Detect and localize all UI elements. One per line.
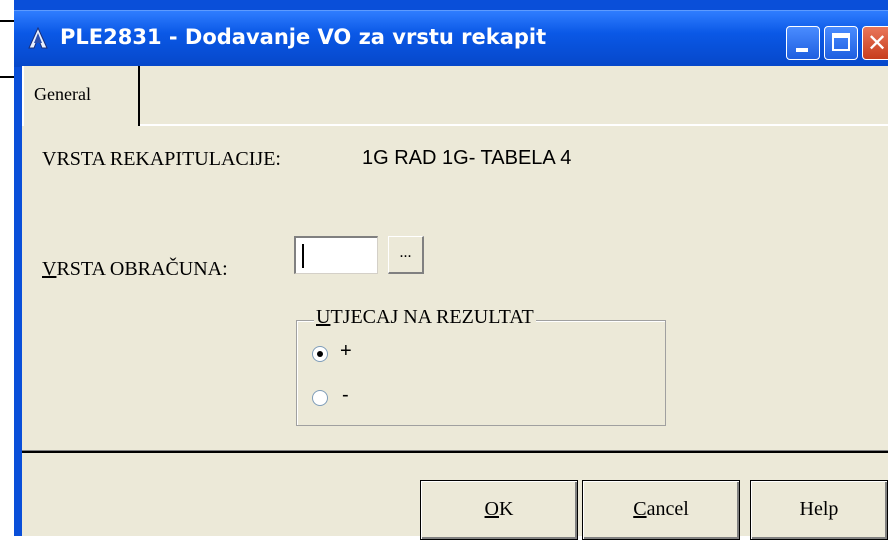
calc-type-label: VRSTA OBRAČUNA: xyxy=(42,258,228,280)
tab-label: General xyxy=(34,84,91,104)
radio-plus-label: + xyxy=(340,340,352,362)
recap-type-value: 1G RAD 1G- TABELA 4 xyxy=(362,147,572,169)
dialog-client-area: General VRSTA REKAPITULACIJE: 1G RAD 1G-… xyxy=(22,66,888,540)
close-icon: ✕ xyxy=(867,29,888,57)
cancel-button[interactable]: Cancel xyxy=(582,480,740,540)
radio-plus[interactable] xyxy=(312,346,328,362)
result-impact-group xyxy=(296,320,666,426)
title-bar[interactable]: PLE2831 - Dodavanje VO za vrstu rekapit … xyxy=(14,10,888,67)
recap-type-label: VRSTA REKAPITULACIJE: xyxy=(42,148,281,170)
background-divider xyxy=(0,20,14,22)
calc-type-input[interactable] xyxy=(294,236,378,274)
button-area-separator-shadow xyxy=(22,451,888,453)
tab-general[interactable]: General xyxy=(22,66,140,126)
background-divider xyxy=(0,76,14,78)
maximize-icon xyxy=(832,33,850,51)
tab-strip-border xyxy=(140,124,888,126)
browse-button[interactable]: ... xyxy=(388,236,424,274)
ok-button[interactable]: OK xyxy=(420,480,578,540)
text-caret xyxy=(302,244,304,268)
radio-minus-label: - xyxy=(342,384,349,406)
app-icon xyxy=(28,27,48,49)
close-button[interactable]: ✕ xyxy=(862,26,888,60)
result-impact-title: UTJECAJ NA REZULTAT xyxy=(314,306,536,329)
radio-minus[interactable] xyxy=(312,390,328,406)
window-title: PLE2831 - Dodavanje VO za vrstu rekapit xyxy=(60,25,547,49)
minimize-icon xyxy=(796,48,808,52)
minimize-button[interactable] xyxy=(786,26,820,60)
help-button[interactable]: Help xyxy=(750,480,888,540)
maximize-button[interactable] xyxy=(824,26,858,60)
